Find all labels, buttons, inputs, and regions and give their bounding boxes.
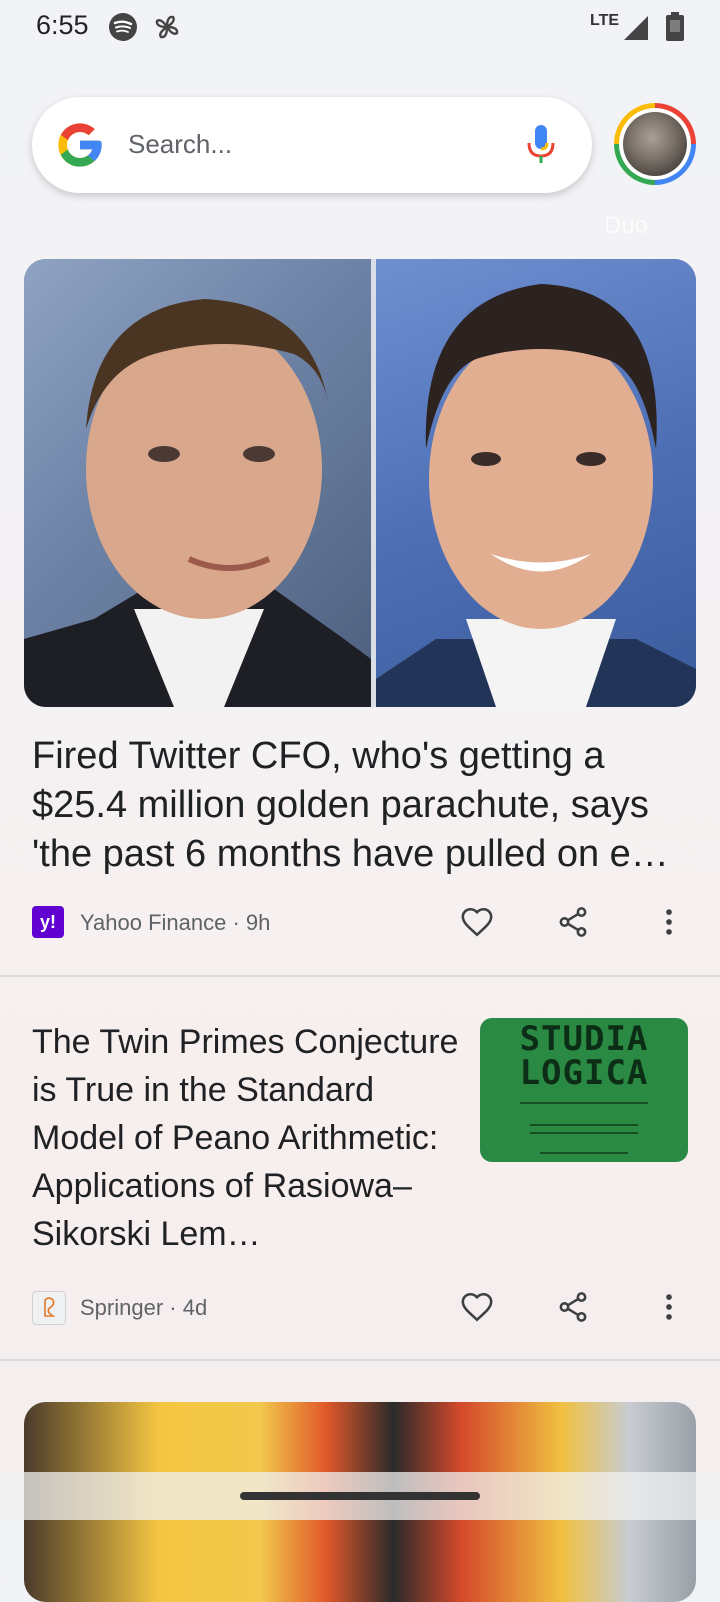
search-input[interactable]: Search... [128, 129, 232, 160]
more-options-icon[interactable] [652, 905, 686, 939]
article-1-title[interactable]: Fired Twitter CFO, who's getting a $25.4… [32, 732, 697, 879]
gesture-nav-handle[interactable] [240, 1492, 480, 1500]
article-1-source-row: y! Yahoo Finance · 9h [32, 905, 688, 939]
share-icon[interactable] [556, 905, 590, 939]
article-2-source-row: Springer · 4d [32, 1290, 688, 1325]
person-right-illustration [376, 284, 696, 707]
heart-icon[interactable] [460, 1290, 494, 1324]
person-left-illustration [24, 299, 371, 707]
background-app-label: Duo [604, 212, 649, 239]
account-avatar[interactable] [614, 103, 696, 185]
article-1-photo-left [24, 259, 371, 707]
article-1-photo-right [376, 259, 696, 707]
pinwheel-icon [155, 15, 179, 39]
article-1-source[interactable]: Yahoo Finance · 9h [80, 910, 270, 936]
thumbnail-text-line [520, 1102, 648, 1104]
article-1-image[interactable] [24, 259, 696, 707]
thumbnail-text-line [540, 1152, 628, 1154]
search-bar[interactable]: Search... [32, 97, 592, 193]
feed-divider [0, 1359, 720, 1361]
yahoo-finance-logo: y! [32, 906, 64, 938]
more-options-icon[interactable] [652, 1290, 686, 1324]
signal-icon [624, 16, 648, 40]
network-type: LTE [590, 12, 620, 29]
article-2-source[interactable]: Springer · 4d [80, 1295, 207, 1321]
thumbnail-text-line [530, 1132, 638, 1134]
spotify-icon [109, 13, 137, 41]
thumbnail-text-line [530, 1124, 638, 1126]
microphone-icon[interactable] [526, 123, 556, 167]
share-icon[interactable] [556, 1290, 590, 1324]
avatar-ring [619, 108, 691, 180]
springer-logo-icon [32, 1291, 66, 1325]
avatar-photo [623, 112, 687, 176]
feed-divider [0, 975, 720, 977]
status-time: 6:55 [36, 10, 89, 40]
status-bar: 6:55 LTE [0, 0, 720, 56]
article-2-title[interactable]: The Twin Primes Conjecture is True in th… [32, 1018, 462, 1258]
article-2-thumbnail[interactable]: STUDIA LOGICA [480, 1018, 688, 1162]
heart-icon[interactable] [460, 905, 494, 939]
google-logo-icon [58, 123, 102, 167]
battery-icon [666, 12, 684, 41]
thumbnail-journal-title: STUDIA LOGICA [519, 1019, 649, 1093]
